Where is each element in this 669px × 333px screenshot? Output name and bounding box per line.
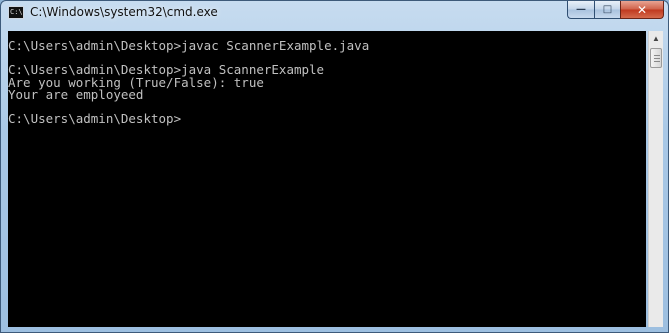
window-title: C:\Windows\system32\cmd.exe	[30, 5, 218, 19]
minimize-icon: —	[576, 4, 586, 15]
window-controls: — □ ✕	[567, 1, 664, 20]
close-button[interactable]: ✕	[620, 1, 664, 19]
thumb-grip-line	[654, 55, 660, 56]
maximize-button[interactable]: □	[594, 1, 620, 19]
close-icon: ✕	[636, 2, 648, 17]
scrollbar-thumb[interactable]	[650, 48, 662, 68]
vertical-scrollbar[interactable]: ▲	[648, 31, 663, 327]
console-line: C:\Users\admin\Desktop>javac ScannerExam…	[8, 38, 370, 53]
thumb-grip-line	[654, 58, 660, 59]
console-text: C:\Users\admin\Desktop>javac ScannerExam…	[8, 31, 646, 125]
minimize-button[interactable]: —	[567, 1, 594, 19]
console-output[interactable]: C:\Users\admin\Desktop>javac ScannerExam…	[8, 31, 646, 327]
maximize-icon: □	[602, 4, 613, 15]
scroll-up-arrow-icon[interactable]: ▲	[649, 31, 663, 46]
console-line: Your are employeed	[8, 86, 144, 102]
console-prompt: C:\Users\admin\Desktop>	[8, 111, 182, 127]
console-app-icon[interactable]: C:\	[8, 6, 24, 19]
thumb-grip-line	[654, 61, 660, 62]
title-bar[interactable]: C:\ C:\Windows\system32\cmd.exe — □ ✕	[1, 1, 668, 25]
cmd-window: C:\ C:\Windows\system32\cmd.exe — □ ✕ C:…	[0, 0, 669, 333]
